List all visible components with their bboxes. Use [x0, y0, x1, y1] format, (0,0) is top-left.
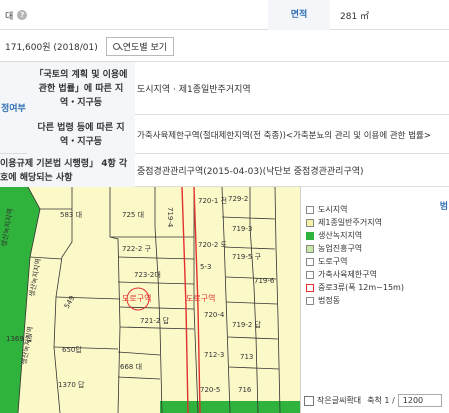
- other-laws-value-text: 가축사육제한구역(절대제한지역(전 축종))<가축분뇨의 관리 및 이용에 관한…: [137, 130, 431, 141]
- area-value: 281 ㎡: [340, 0, 369, 30]
- parcel-label: 729-2: [228, 195, 248, 203]
- other-laws-row: 다른 법령 등에 따른 지역・지구등 가축사육제한구역(절대제한지역(전 축종)…: [27, 115, 449, 154]
- official-price-cell: 171,600원 (2018/01) 연도별 보기: [5, 30, 175, 62]
- parcel-label: 668 대: [120, 363, 142, 371]
- parcel-label: 720-4: [204, 311, 225, 319]
- cadastral-map[interactable]: 583 대 725 대 719-4 720-1 전 729-2 719-3 72…: [0, 187, 300, 413]
- legend-item: 가축사육제한구역: [306, 269, 377, 280]
- other-laws-label-text: 다른 법령 등에 따른 지역・지구등: [37, 122, 125, 147]
- parcel-label: 719-5 구: [232, 253, 262, 261]
- area-header-label: 면적: [290, 10, 308, 20]
- zone-label: 도로구역: [186, 293, 215, 303]
- regulation-act-value: 중점경관관리구역(2015-04-03)(낙단보 중점경관관리구역): [137, 154, 364, 187]
- other-laws-label: 다른 법령 등에 따른 지역・지구등: [27, 115, 135, 154]
- land-category-row: 대 ? 면적 281 ㎡: [0, 0, 449, 30]
- legend-item: 제1종일반주거지역: [306, 217, 382, 228]
- legend-swatch: [306, 283, 314, 292]
- official-price-value: 171,600원 (2018/01): [5, 42, 98, 53]
- legend-item: 법정동: [306, 295, 340, 306]
- legend-item-label: 중로3류(폭 12m~15m): [318, 283, 404, 292]
- legend-title: 범: [439, 202, 448, 212]
- parcel-label: 719-2 답: [232, 320, 262, 329]
- parcel-label: 720-1 전: [198, 196, 227, 205]
- parcel-label: 722-2 구: [122, 245, 152, 253]
- parcel-label: 716: [238, 386, 252, 394]
- zoning-section-label: 정여부: [0, 62, 27, 154]
- zoning-section-label-text: 정여부: [1, 104, 26, 114]
- parcel-label: 720-5: [200, 386, 220, 394]
- legend-swatch: [306, 244, 314, 253]
- yearly-view-button-label: 연도별 보기: [122, 42, 168, 53]
- parcel-label: 720-2 도: [198, 241, 228, 249]
- legend-swatch: [306, 218, 314, 227]
- legend-item-label: 도로구역: [318, 257, 348, 266]
- yearly-view-button[interactable]: 연도별 보기: [105, 36, 175, 56]
- parcel-label: 650답: [62, 345, 82, 354]
- scale-label: 축척 1 /: [367, 396, 395, 405]
- legend-item-label: 가축사육제한구역: [318, 270, 377, 279]
- other-laws-value: 가축사육제한구역(절대제한지역(전 축종))<가축분뇨의 관리 및 이용에 관한…: [137, 115, 431, 154]
- legend-swatch: [306, 231, 314, 240]
- regulation-act-label-text: 이용규제 기본법 시행령」 4항 각 호에 해당되는 사항: [0, 158, 128, 183]
- legend-swatch: [306, 270, 314, 279]
- national-land-act-value: 도시지역 · 제1종일반주거지역: [137, 62, 251, 115]
- parcel-label: 583 대: [60, 211, 82, 219]
- zoom-text-label: 작은글씨확대: [317, 396, 362, 405]
- zoom-text-checkbox[interactable]: [304, 395, 314, 406]
- legend-item: 도로구역: [306, 256, 347, 267]
- parcel-label: 549: [63, 294, 77, 310]
- legend-item-label: 도시지역: [318, 205, 348, 214]
- legend-item-label: 법정동: [318, 296, 341, 305]
- legend-item-label: 제1종일반주거지역: [318, 218, 382, 227]
- legend-item-label: 생산녹지지역: [318, 231, 363, 240]
- legend-footer: 작은글씨확대 축척 1 / 1200: [304, 394, 442, 407]
- parcel-label: 712-3: [204, 351, 224, 359]
- land-category-value: 대: [5, 11, 14, 22]
- area-header: 면적: [268, 0, 330, 30]
- official-price-row: 171,600원 (2018/01) 연도별 보기: [0, 30, 449, 62]
- legend-swatch: [306, 296, 314, 305]
- legend-item: 도시지역: [306, 204, 347, 215]
- parcel-label: 719-4: [166, 207, 174, 228]
- zone-label: 도로구역: [122, 293, 151, 303]
- map-canvas[interactable]: 583 대 725 대 719-4 720-1 전 729-2 719-3 72…: [0, 187, 300, 413]
- area-value-text: 281 ㎡: [340, 11, 370, 22]
- national-land-act-label-text: 「국토의 계획 및 이용에 관한 법률」에 따른 지역・지구등: [34, 69, 128, 108]
- parcel-label: 1370 답: [58, 380, 85, 389]
- regulation-act-row: 이용규제 기본법 시행령」 4항 각 호에 해당되는 사항 중점경관관리구역(2…: [0, 154, 449, 187]
- parcel-label: 721-2 답: [140, 316, 170, 325]
- legend-item-label: 농업진흥구역: [318, 244, 363, 253]
- legend-item: 생산녹지지역: [306, 230, 362, 241]
- legend-swatch: [306, 257, 314, 266]
- regulation-act-label: 이용규제 기본법 시행령」 4항 각 호에 해당되는 사항: [0, 154, 135, 187]
- search-icon: [112, 42, 120, 50]
- parcel-label: 719-6: [254, 277, 275, 285]
- parcel-label: 5-3: [200, 263, 211, 271]
- legend-swatch: [306, 205, 314, 214]
- parcel-label: 713: [240, 353, 253, 361]
- parcel-label: 725 대: [122, 211, 144, 219]
- parcel-label: 719-3: [232, 225, 252, 233]
- regulation-act-value-text: 중점경관관리구역(2015-04-03)(낙단보 중점경관관리구역): [137, 167, 364, 177]
- scale-input[interactable]: 1200: [397, 394, 442, 407]
- legend-item: 농업진흥구역: [306, 243, 362, 254]
- legend-item: 중로3류(폭 12m~15m): [306, 282, 404, 293]
- parcel-label: 723-2대: [134, 271, 161, 279]
- land-category-cell: 대 ?: [5, 0, 28, 30]
- national-land-act-row: 「국토의 계획 및 이용에 관한 법률」에 따른 지역・지구등 도시지역 · 제…: [27, 62, 449, 115]
- help-icon[interactable]: ?: [17, 10, 28, 20]
- map-legend: 범 도시지역제1종일반주거지역생산녹지지역농업진흥구역도로구역가축사육제한구역중…: [300, 187, 449, 413]
- national-land-act-value-text: 도시지역 · 제1종일반주거지역: [137, 85, 251, 95]
- national-land-act-label: 「국토의 계획 및 이용에 관한 법률」에 따른 지역・지구등: [27, 62, 135, 115]
